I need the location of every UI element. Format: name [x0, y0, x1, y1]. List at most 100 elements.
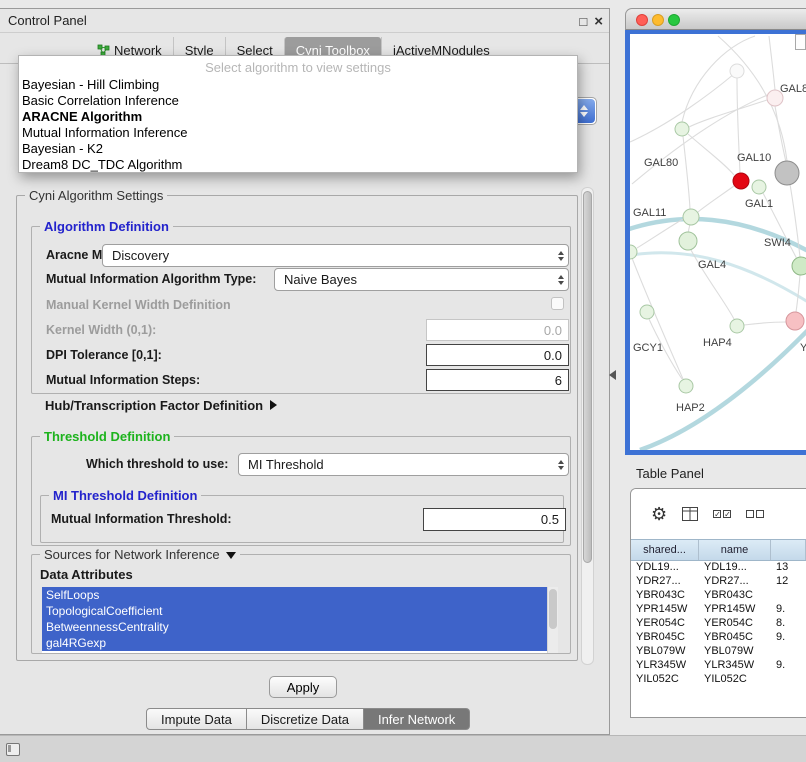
table-row[interactable]: YBR043C YBR043C [631, 589, 806, 603]
selected-value: MI Threshold [248, 457, 324, 472]
column-header[interactable]: name [699, 540, 771, 560]
mi-algorithm-type-select[interactable]: Naive Bayes [274, 268, 569, 291]
table-row[interactable]: YBR045C YBR045C 9. [631, 631, 806, 645]
network-node[interactable] [775, 161, 799, 185]
network-node[interactable] [786, 312, 804, 330]
mi-steps-input[interactable]: 6 [426, 369, 569, 391]
panel-title: Control Panel [8, 13, 87, 28]
columns-icon[interactable] [682, 507, 698, 521]
cell: YBR043C [631, 589, 699, 603]
mi-threshold-label: Mutual Information Threshold: [51, 512, 232, 526]
table-row[interactable]: YPR145W YPR145W 9. [631, 603, 806, 617]
scrollbar-thumb[interactable] [549, 589, 557, 629]
dropdown-option[interactable]: Dream8 DC_TDC Algorithm [19, 156, 577, 172]
scrollbar-thumb[interactable] [583, 191, 592, 563]
unchecked-box-icon [756, 510, 764, 518]
combo-stepper-icon [558, 459, 564, 471]
network-view-window: GAL8 GAL80 GAL10 GAL11 GAL1 SWI4 GAL4 GC… [625, 8, 806, 455]
node-label: GAL8 [780, 83, 806, 95]
network-node[interactable] [683, 209, 699, 225]
panel-resize-arrow[interactable] [609, 370, 616, 380]
dpi-tolerance-input[interactable]: 0.0 [426, 344, 569, 366]
cell: 9. [771, 631, 806, 645]
bottom-status-strip [0, 735, 806, 762]
which-threshold-select[interactable]: MI Threshold [238, 453, 569, 476]
select-all-columns-icon[interactable]: ✓ ✓ [713, 510, 731, 518]
minimized-panel-icon[interactable] [6, 743, 20, 756]
kernel-width-input[interactable]: 0.0 [426, 319, 569, 341]
algorithm-definition-group: Algorithm Definition Aracne Mode: Discov… [31, 226, 571, 394]
list-item[interactable]: BetweennessCentrality [42, 619, 547, 635]
selected-value: Naive Bayes [284, 272, 357, 287]
tab-infer-network[interactable]: Infer Network [364, 708, 470, 730]
data-attributes-list[interactable]: SelfLoops TopologicalCoefficient Between… [42, 587, 558, 653]
network-node[interactable] [640, 305, 654, 319]
float-window-icon[interactable]: □ [579, 14, 587, 29]
screen: Control Panel □ × Network Style Select [0, 0, 806, 762]
dpi-tolerance-label: DPI Tolerance [0,1]: [46, 348, 162, 362]
cell [771, 589, 806, 603]
column-header[interactable]: shared... [631, 540, 699, 560]
network-node[interactable] [630, 245, 637, 259]
input-value: 0.5 [541, 512, 559, 527]
dropdown-option-highlighted[interactable]: ARACNE Algorithm [19, 108, 577, 124]
table-panel-window: ⚙ ✓ ✓ shared... name YDL19... YDL [630, 488, 806, 718]
manual-kernel-label: Manual Kernel Width Definition [46, 298, 231, 312]
cell: 8. [771, 617, 806, 631]
list-item[interactable]: TopologicalCoefficient [42, 603, 547, 619]
table-row[interactable]: YIL052C YIL052C [631, 673, 806, 687]
dropdown-option[interactable]: Bayesian - K2 [19, 140, 577, 156]
table-row[interactable]: YDR27... YDR27... 12 [631, 575, 806, 589]
minimize-traffic-light-icon[interactable] [652, 14, 664, 26]
cell: YBL079W [631, 645, 699, 659]
group-title: Algorithm Definition [40, 219, 173, 234]
apply-button[interactable]: Apply [269, 676, 337, 698]
data-attributes-label: Data Attributes [40, 567, 133, 582]
mi-threshold-input[interactable]: 0.5 [423, 508, 566, 531]
network-node-selected[interactable] [733, 173, 749, 189]
cell [771, 673, 806, 687]
dropdown-option[interactable]: Basic Correlation Inference [19, 92, 577, 108]
table-row[interactable]: YER054C YER054C 8. [631, 617, 806, 631]
cell: YBR045C [699, 631, 771, 645]
dropdown-option[interactable]: Mutual Information Inference [19, 124, 577, 140]
list-scrollbar[interactable] [547, 587, 558, 653]
cell: YBR045C [631, 631, 699, 645]
node-label: SWI4 [764, 237, 791, 249]
hub-section-toggle[interactable]: Hub/Transcription Factor Definition [45, 398, 277, 413]
dropdown-option[interactable]: Bayesian - Hill Climbing [19, 76, 577, 92]
network-node[interactable] [792, 257, 806, 275]
cell: 9. [771, 603, 806, 617]
network-vertical-scrollbar[interactable] [795, 34, 806, 50]
network-node[interactable] [752, 180, 766, 194]
input-value: 6 [555, 373, 562, 388]
aracne-mode-select[interactable]: Discovery [102, 244, 569, 267]
cell: 13 [771, 561, 806, 575]
gear-icon[interactable]: ⚙ [651, 504, 667, 525]
cell: YDL19... [699, 561, 771, 575]
close-traffic-light-icon[interactable] [636, 14, 648, 26]
manual-kernel-checkbox[interactable] [551, 297, 564, 310]
list-item[interactable]: SelfLoops [42, 587, 547, 603]
network-node[interactable] [730, 319, 744, 333]
sources-toggle[interactable]: Sources for Network Inference [40, 547, 240, 562]
table-row[interactable]: YBL079W YBL079W [631, 645, 806, 659]
tab-impute-data[interactable]: Impute Data [146, 708, 247, 730]
table-row[interactable]: YDL19... YDL19... 13 [631, 561, 806, 575]
checked-box-icon: ✓ [713, 510, 721, 518]
zoom-traffic-light-icon[interactable] [668, 14, 680, 26]
network-window-titlebar[interactable] [625, 8, 806, 30]
column-header[interactable] [771, 540, 806, 560]
table-row[interactable]: YLR345W YLR345W 9. [631, 659, 806, 673]
close-icon[interactable]: × [594, 13, 603, 30]
deselect-all-columns-icon[interactable] [746, 510, 764, 518]
network-canvas[interactable]: GAL8 GAL80 GAL10 GAL11 GAL1 SWI4 GAL4 GC… [630, 34, 806, 450]
network-node[interactable] [679, 232, 697, 250]
list-item[interactable]: gal4RGexp [42, 635, 547, 651]
network-node[interactable] [675, 122, 689, 136]
network-node[interactable] [679, 379, 693, 393]
tab-discretize-data[interactable]: Discretize Data [247, 708, 364, 730]
network-node[interactable] [730, 64, 744, 78]
node-label: GAL10 [737, 152, 771, 164]
settings-scrollbar[interactable] [581, 187, 594, 665]
